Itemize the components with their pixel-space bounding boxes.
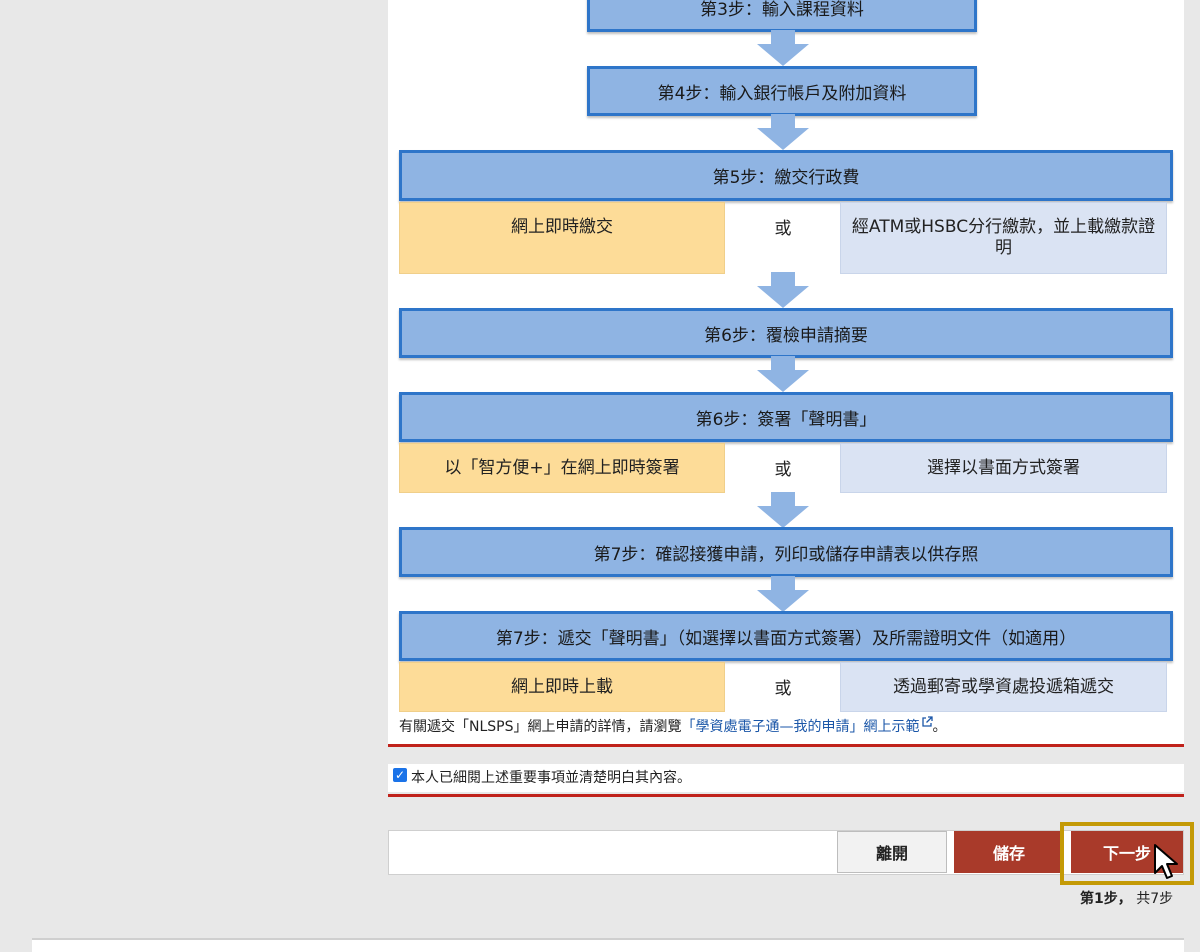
flow-arrow xyxy=(757,576,809,612)
total-steps: 共7步 xyxy=(1136,891,1174,907)
step-5-option-atm: 經ATM或HSBC分行繳款，並上載繳款證明 xyxy=(840,202,1167,274)
section-divider xyxy=(388,744,1184,747)
step-6-sign-box: 第6步：簽署「聲明書」 xyxy=(399,392,1173,442)
flow-arrow xyxy=(757,356,809,392)
step-4-box: 第4步：輸入銀行帳戶及附加資料 xyxy=(587,66,977,116)
external-link-icon xyxy=(921,716,933,727)
or-label: 或 xyxy=(774,219,792,239)
current-step: 第1步， xyxy=(1080,891,1132,907)
flow-arrow xyxy=(757,114,809,150)
step-3-box: 第3步：輸入課程資料 xyxy=(587,0,977,32)
demo-link[interactable]: 「學資處電子通—我的申請」網上示範 xyxy=(682,716,933,735)
step-6-option-iamsmart: 以「智方便+」在網上即時簽署 xyxy=(399,443,725,493)
confirm-label[interactable]: 本人已細閱上述重要事項並清楚明白其內容。 xyxy=(411,767,691,787)
note-suffix: 。 xyxy=(932,719,947,735)
flow-arrow xyxy=(757,30,809,66)
step-6-review-box: 第6步：覆檢申請摘要 xyxy=(399,308,1173,358)
leave-button[interactable]: 離開 xyxy=(837,831,947,873)
confirm-checkbox[interactable]: ✓ xyxy=(393,768,407,782)
flow-arrow xyxy=(757,492,809,528)
details-note: 有關遞交「NLSPS」網上申請的詳情，請瀏覽「學資處電子通—我的申請」網上示範。 xyxy=(399,716,947,736)
save-button[interactable]: 儲存 xyxy=(954,831,1064,873)
step-counter: 第1步， 共7步 xyxy=(1080,888,1173,908)
step-5-option-online: 網上即時繳交 xyxy=(399,202,725,274)
mouse-pointer-icon xyxy=(1154,844,1178,879)
note-prefix: 有關遞交「NLSPS」網上申請的詳情，請瀏覽 xyxy=(399,719,682,735)
or-label: 或 xyxy=(774,460,792,480)
step-6-option-paper: 選擇以書面方式簽署 xyxy=(840,443,1167,493)
confirm-row: ✓ 本人已細閱上述重要事項並清楚明白其內容。 xyxy=(388,764,1184,792)
section-divider xyxy=(388,794,1184,797)
step-7-confirm-box: 第7步：確認接獲申請，列印或儲存申請表以供存照 xyxy=(399,527,1173,577)
step-7-option-upload: 網上即時上載 xyxy=(399,662,725,712)
step-5-box: 第5步：繳交行政費 xyxy=(399,150,1173,201)
flow-arrow xyxy=(757,272,809,308)
step-7-submit-box: 第7步：遞交「聲明書」（如選擇以書面方式簽署）及所需證明文件（如適用） xyxy=(399,611,1173,661)
step-7-option-mail: 透過郵寄或學資處投遞箱遞交 xyxy=(840,662,1167,712)
or-label: 或 xyxy=(774,679,792,699)
